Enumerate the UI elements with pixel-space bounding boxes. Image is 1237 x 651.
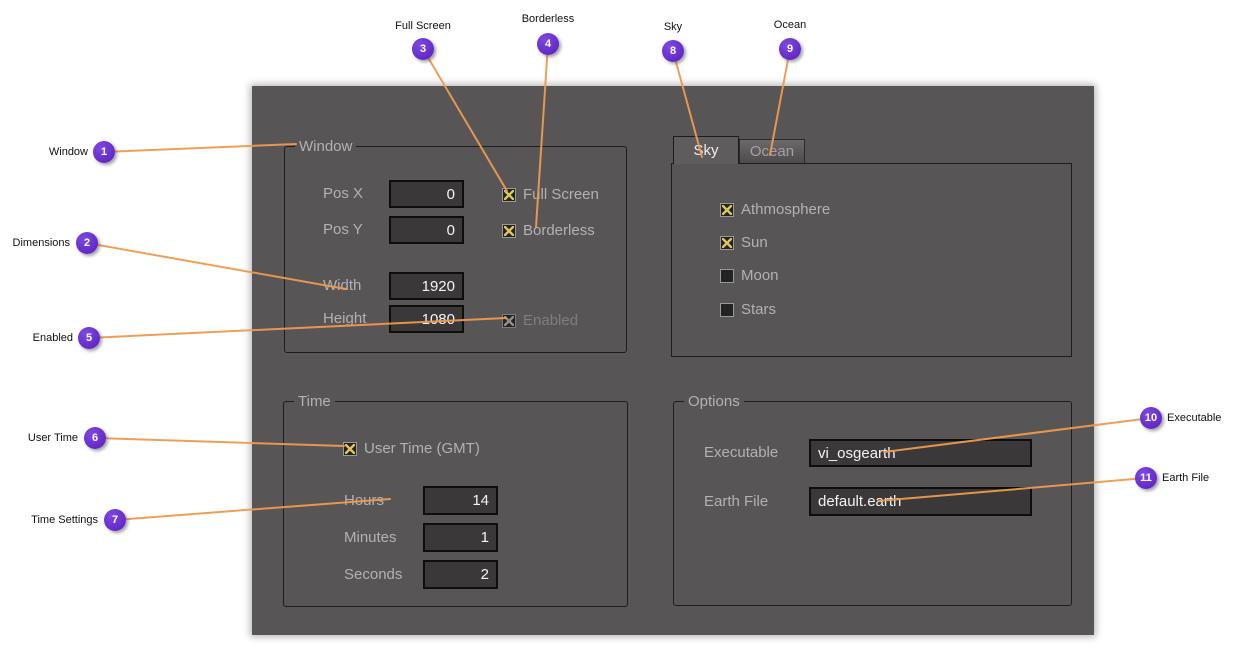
full-screen-checkbox[interactable]: Full Screen	[502, 186, 599, 203]
window-group: Window Pos X Pos Y Width Height Full Scr…	[284, 137, 627, 353]
hours-input[interactable]	[423, 486, 498, 515]
executable-label: Executable	[704, 444, 779, 461]
screenshot-canvas: Window Pos X Pos Y Width Height Full Scr…	[0, 0, 1237, 651]
stars-checkbox[interactable]: Stars	[720, 301, 776, 318]
callout-label-sky: Sky	[663, 21, 683, 33]
callout-badge-2: 2	[76, 232, 98, 254]
enabled-checkbox-label: Enabled	[523, 312, 579, 329]
seconds-input[interactable]	[423, 560, 498, 589]
stars-checkbox-label: Stars	[741, 301, 777, 318]
checkbox-box-icon	[720, 268, 734, 283]
callout-badge-6: 6	[84, 427, 106, 449]
callout-label-user-time: User Time	[27, 432, 78, 444]
tab-ocean-label: Ocean	[749, 143, 795, 160]
tab-sky[interactable]: Sky	[673, 136, 739, 164]
sun-checkbox-label: Sun	[741, 234, 768, 251]
borderless-checkbox[interactable]: Borderless	[502, 222, 595, 239]
callout-label-borderless: Borderless	[521, 13, 575, 25]
minutes-label: Minutes	[344, 529, 397, 546]
callout-label-full-screen: Full Screen	[395, 20, 451, 32]
callout-badge-4: 4	[537, 33, 559, 55]
settings-panel: Window Pos X Pos Y Width Height Full Scr…	[252, 86, 1094, 635]
options-group: Options Executable Earth File	[673, 392, 1072, 606]
tab-sky-label: Sky	[693, 142, 719, 159]
callout-label-enabled: Enabled	[32, 332, 73, 344]
checkbox-box-icon	[502, 187, 516, 202]
callout-badge-1: 1	[93, 141, 115, 163]
athmosphere-checkbox-label: Athmosphere	[741, 201, 831, 218]
checkbox-box-icon	[502, 313, 516, 328]
user-time-checkbox[interactable]: User Time (GMT)	[343, 440, 480, 457]
moon-checkbox-label: Moon	[741, 267, 779, 284]
callout-label-ocean: Ocean	[773, 19, 807, 31]
window-group-title: Window	[295, 137, 357, 156]
checkbox-box-icon	[720, 302, 734, 317]
callout-badge-3: 3	[412, 38, 434, 60]
tab-ocean[interactable]: Ocean	[739, 139, 805, 164]
pos-y-input[interactable]	[389, 216, 464, 244]
callout-badge-11: 11	[1135, 467, 1157, 489]
sky-tab-pane: Athmosphere Sun Moon Stars	[671, 163, 1072, 357]
width-label: Width	[323, 277, 362, 294]
moon-checkbox[interactable]: Moon	[720, 267, 779, 284]
checkbox-box-icon	[343, 441, 357, 456]
sun-checkbox[interactable]: Sun	[720, 234, 768, 251]
height-input[interactable]	[389, 305, 464, 333]
callout-badge-9: 9	[779, 38, 801, 60]
pos-x-input[interactable]	[389, 180, 464, 208]
seconds-label: Seconds	[344, 566, 403, 583]
options-group-title: Options	[684, 392, 744, 411]
callout-badge-5: 5	[78, 327, 100, 349]
checkbox-box-icon	[502, 223, 516, 238]
callout-badge-7: 7	[104, 509, 126, 531]
pos-x-label: Pos X	[323, 185, 364, 202]
callout-label-window: Window	[48, 146, 88, 158]
minutes-input[interactable]	[423, 523, 498, 552]
width-input[interactable]	[389, 272, 464, 300]
athmosphere-checkbox[interactable]: Athmosphere	[720, 201, 830, 218]
hours-label: Hours	[344, 492, 385, 509]
full-screen-checkbox-label: Full Screen	[523, 186, 599, 203]
pos-y-label: Pos Y	[323, 221, 363, 238]
time-group-title: Time	[294, 392, 335, 411]
user-time-checkbox-label: User Time (GMT)	[364, 440, 480, 457]
checkbox-box-icon	[720, 202, 734, 217]
callout-badge-10: 10	[1140, 407, 1162, 429]
checkbox-box-icon	[720, 235, 734, 250]
time-group: Time User Time (GMT) Hours Minutes Secon…	[283, 392, 628, 607]
earth-file-input[interactable]	[809, 487, 1032, 516]
callout-label-executable: Executable	[1167, 412, 1222, 424]
callout-label-earth-file: Earth File	[1162, 472, 1210, 484]
height-label: Height	[323, 310, 367, 327]
callout-label-dimensions: Dimensions	[12, 237, 70, 249]
callout-badge-8: 8	[662, 40, 684, 62]
enabled-checkbox: Enabled	[502, 312, 578, 329]
executable-input[interactable]	[809, 439, 1032, 467]
callout-label-time-settings: Time Settings	[31, 514, 98, 526]
earth-file-label: Earth File	[704, 493, 769, 510]
borderless-checkbox-label: Borderless	[523, 222, 595, 239]
